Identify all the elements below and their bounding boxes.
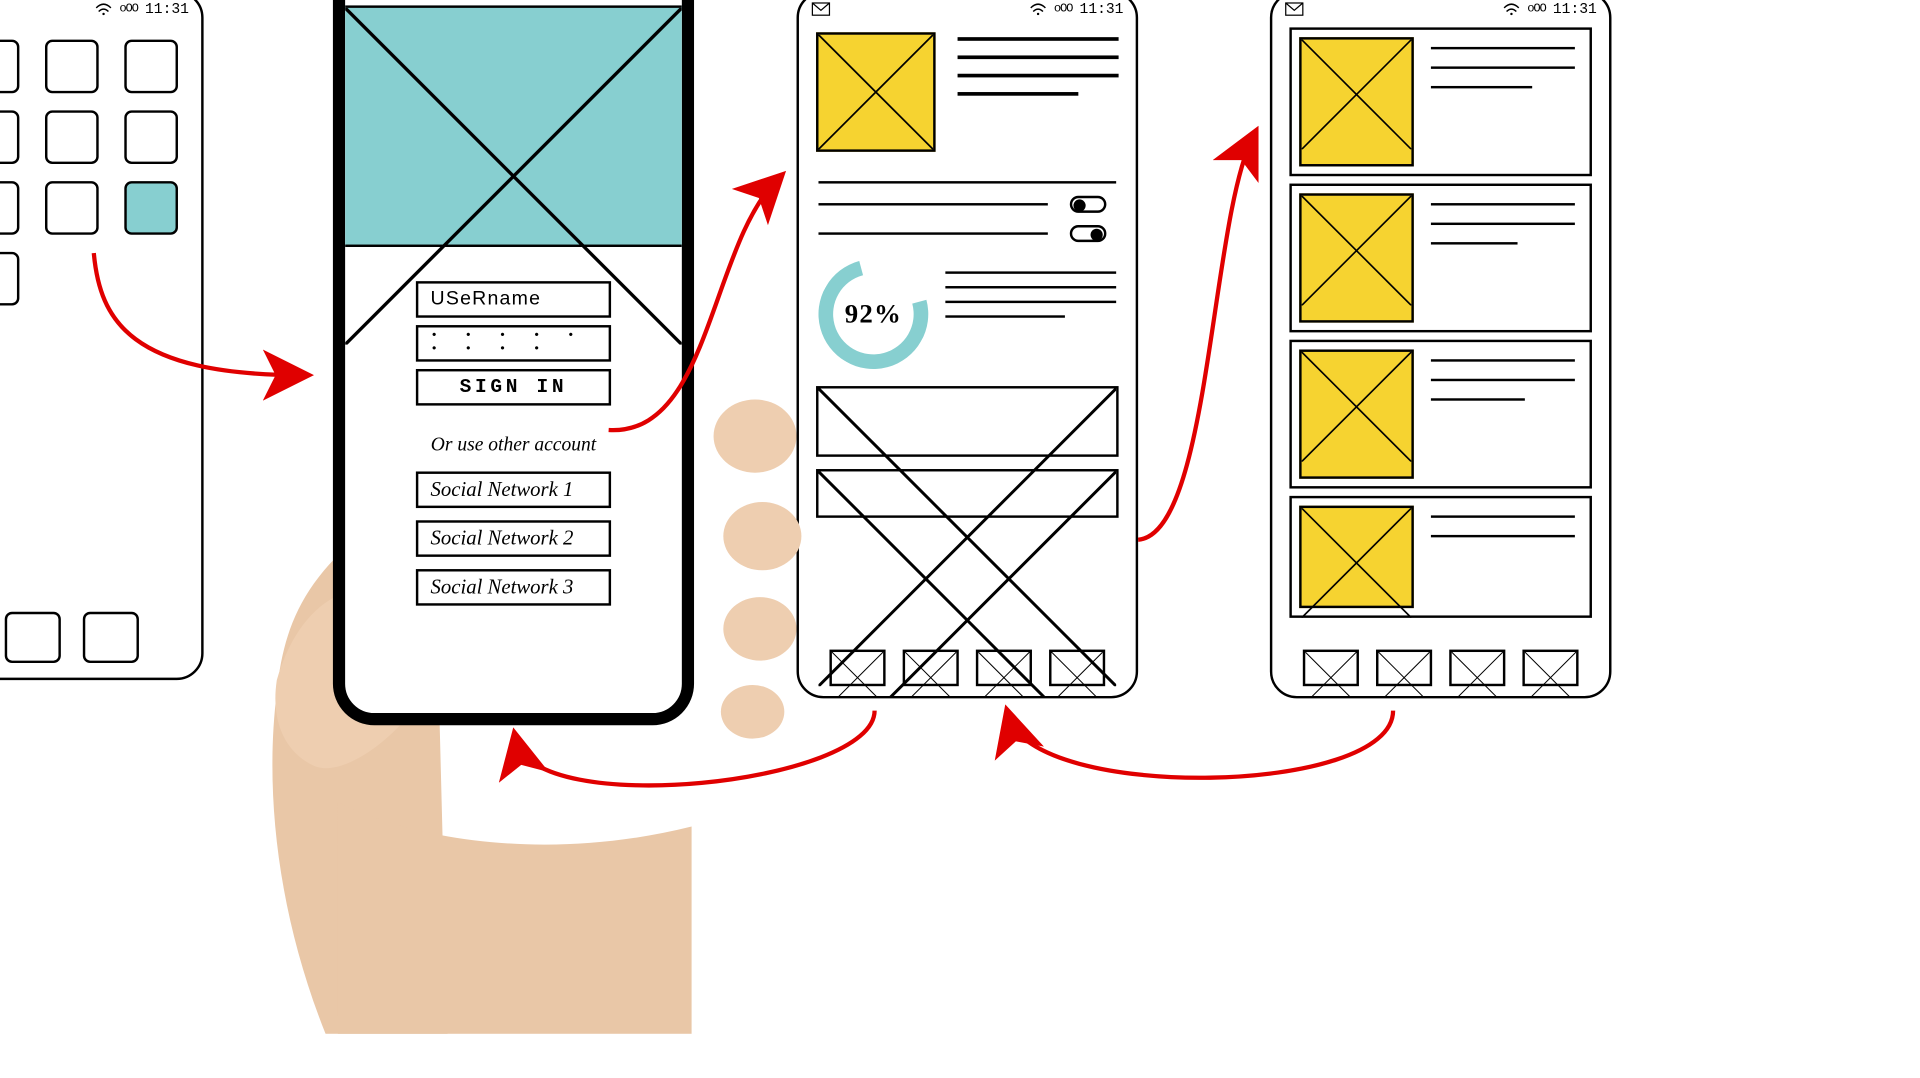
tab-item[interactable]: [1522, 650, 1578, 687]
list-text: [1428, 37, 1582, 166]
app-icon-highlighted[interactable]: [124, 181, 178, 235]
app-icon[interactable]: [0, 252, 19, 306]
wireframe-dashboard-screen: oOO 11:31 92%: [797, 0, 1139, 698]
text-line: [945, 301, 1116, 303]
text-line: [818, 203, 1047, 205]
text-line: [818, 181, 1116, 183]
status-bar: oOO 11:31: [799, 0, 1136, 20]
signin-button[interactable]: SIGN IN: [416, 369, 611, 406]
text-line: [945, 271, 1116, 273]
social-login-button-2[interactable]: Social Network 2: [416, 520, 611, 557]
clock: 11:31: [1553, 1, 1597, 18]
app-icon[interactable]: [0, 40, 19, 94]
dock-icon[interactable]: [83, 612, 139, 663]
social-login-label: Social Network 2: [431, 526, 574, 550]
tab-item[interactable]: [1049, 650, 1105, 687]
feature-thumbnail: [816, 32, 936, 152]
mail-icon: [811, 2, 831, 17]
social-login-label: Social Network 3: [431, 575, 574, 599]
list-item[interactable]: [1289, 184, 1592, 333]
status-bar: oOO 11:31: [1272, 0, 1609, 20]
app-grid: [0, 20, 201, 305]
tab-item[interactable]: [1303, 650, 1359, 687]
text-line: [945, 286, 1116, 288]
dock-icon[interactable]: [5, 612, 61, 663]
signin-button-label: SIGN IN: [460, 376, 568, 398]
list-item[interactable]: [1289, 340, 1592, 489]
app-icon[interactable]: [124, 40, 178, 94]
wifi-icon: [95, 3, 112, 15]
list-item[interactable]: [1289, 27, 1592, 176]
tab-item[interactable]: [1449, 650, 1505, 687]
banner-placeholder[interactable]: [816, 469, 1119, 518]
tab-bar: [799, 650, 1136, 687]
list-thumbnail: [1299, 506, 1414, 608]
flow-arrow-list-to-dashboard: [1009, 711, 1393, 778]
list-item[interactable]: [1289, 496, 1592, 618]
hero-image-placeholder: [345, 5, 682, 247]
tab-item[interactable]: [903, 650, 959, 687]
list-thumbnail: [1299, 193, 1414, 322]
tab-item[interactable]: [1376, 650, 1432, 687]
alt-account-label: Or use other account: [431, 435, 596, 457]
list-text: [1428, 349, 1582, 478]
text-line: [945, 315, 1065, 317]
app-icon[interactable]: [0, 110, 19, 164]
text-line: [818, 232, 1047, 234]
wireframe-list-screen: oOO 11:31: [1270, 0, 1612, 698]
list-text: [1428, 193, 1582, 322]
list-thumbnail: [1299, 37, 1414, 166]
mail-icon: [1285, 2, 1305, 17]
banner-placeholder[interactable]: [816, 386, 1119, 457]
app-icon[interactable]: [0, 181, 19, 235]
app-icon[interactable]: [45, 40, 99, 94]
social-login-button-1[interactable]: Social Network 1: [416, 471, 611, 508]
app-icon[interactable]: [45, 110, 99, 164]
wireframe-home-screen: oOO 11:31: [0, 0, 204, 680]
signal-indicator: oOO: [1527, 2, 1545, 15]
dock: [0, 612, 201, 663]
tab-item[interactable]: [976, 650, 1032, 687]
app-icon[interactable]: [124, 110, 178, 164]
wifi-icon: [1503, 3, 1520, 15]
heading-placeholder: [958, 32, 1119, 152]
wifi-icon: [1030, 3, 1047, 15]
list-thumbnail: [1299, 349, 1414, 478]
tab-bar: [1272, 650, 1609, 687]
signal-indicator: oOO: [1054, 2, 1072, 15]
clock: 11:31: [145, 1, 189, 18]
list-text: [1428, 506, 1582, 608]
clock: 11:31: [1080, 1, 1124, 18]
wireframe-signin-screen: oOO 11:31 USeRname • • • • • • • • • SIG…: [333, 0, 694, 725]
clock: 11:31: [626, 0, 670, 1]
social-login-button-3[interactable]: Social Network 3: [416, 569, 611, 606]
flow-arrow-dashboard-to-list: [1138, 137, 1253, 540]
app-icon[interactable]: [45, 181, 99, 235]
social-login-label: Social Network 1: [431, 478, 574, 502]
status-bar: oOO 11:31: [0, 0, 201, 20]
signal-indicator: oOO: [119, 2, 137, 15]
setting-toggle-2[interactable]: [1070, 225, 1107, 242]
setting-toggle-1[interactable]: [1070, 196, 1107, 213]
status-bar: oOO 11:31: [345, 0, 682, 3]
